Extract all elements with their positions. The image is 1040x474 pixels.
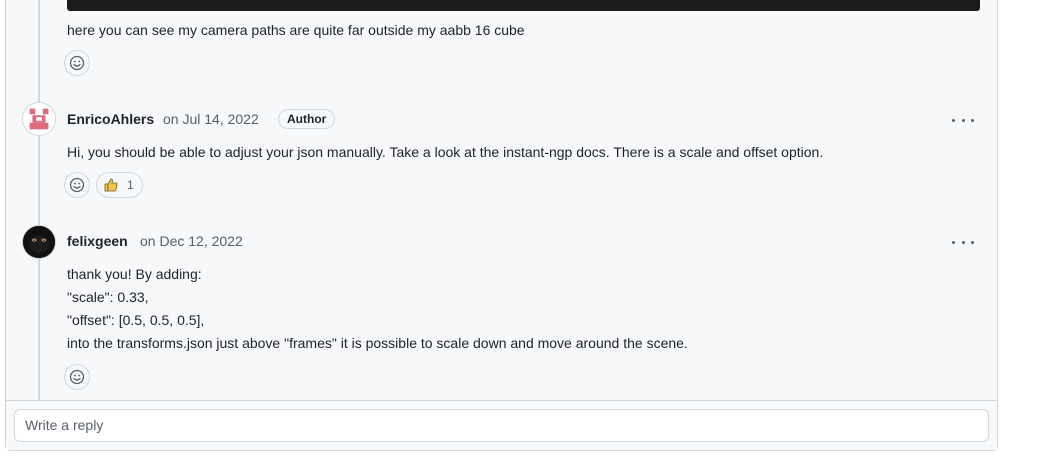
smiley-icon (69, 177, 85, 193)
timeline-line (38, 0, 40, 400)
more-options-button[interactable] (952, 113, 974, 127)
comment-author[interactable]: EnricoAhlers (67, 111, 154, 127)
add-reaction-button[interactable] (64, 172, 90, 198)
kebab-horizontal-icon (952, 118, 955, 122)
smiley-icon (69, 55, 85, 71)
comment-body-line: thank you! By adding: (67, 266, 202, 282)
thumbs-up-icon (104, 178, 118, 192)
cat-avatar (23, 226, 55, 258)
attached-image[interactable] (67, 0, 980, 11)
thumbs-up-reaction[interactable]: 1 (96, 172, 143, 198)
avatar[interactable] (22, 225, 56, 259)
more-options-button[interactable] (952, 235, 974, 249)
add-reaction-button[interactable] (64, 50, 90, 76)
smiley-icon (69, 369, 85, 385)
comment-author[interactable]: felixgeen (67, 233, 128, 249)
comment-body: Hi, you should be able to adjust your js… (67, 144, 824, 160)
comment-date[interactable]: on Dec 12, 2022 (140, 233, 243, 249)
reply-input[interactable]: Write a reply (14, 409, 989, 442)
identicon-avatar (23, 103, 55, 135)
comment-body-line: into the transforms.json just above "fra… (67, 335, 688, 351)
comment-body-line: "offset": [0.5, 0.5, 0.5], (67, 312, 205, 328)
discussion-thread (5, 0, 998, 451)
add-reaction-button[interactable] (64, 364, 90, 390)
kebab-horizontal-icon (952, 240, 955, 244)
comment-body: here you can see my camera paths are qui… (67, 22, 525, 38)
avatar[interactable] (22, 102, 56, 136)
comment-body-line: "scale": 0.33, (67, 289, 149, 305)
reaction-count: 1 (127, 178, 134, 192)
comment-date[interactable]: on Jul 14, 2022 (163, 111, 259, 127)
author-badge: Author (278, 109, 336, 129)
